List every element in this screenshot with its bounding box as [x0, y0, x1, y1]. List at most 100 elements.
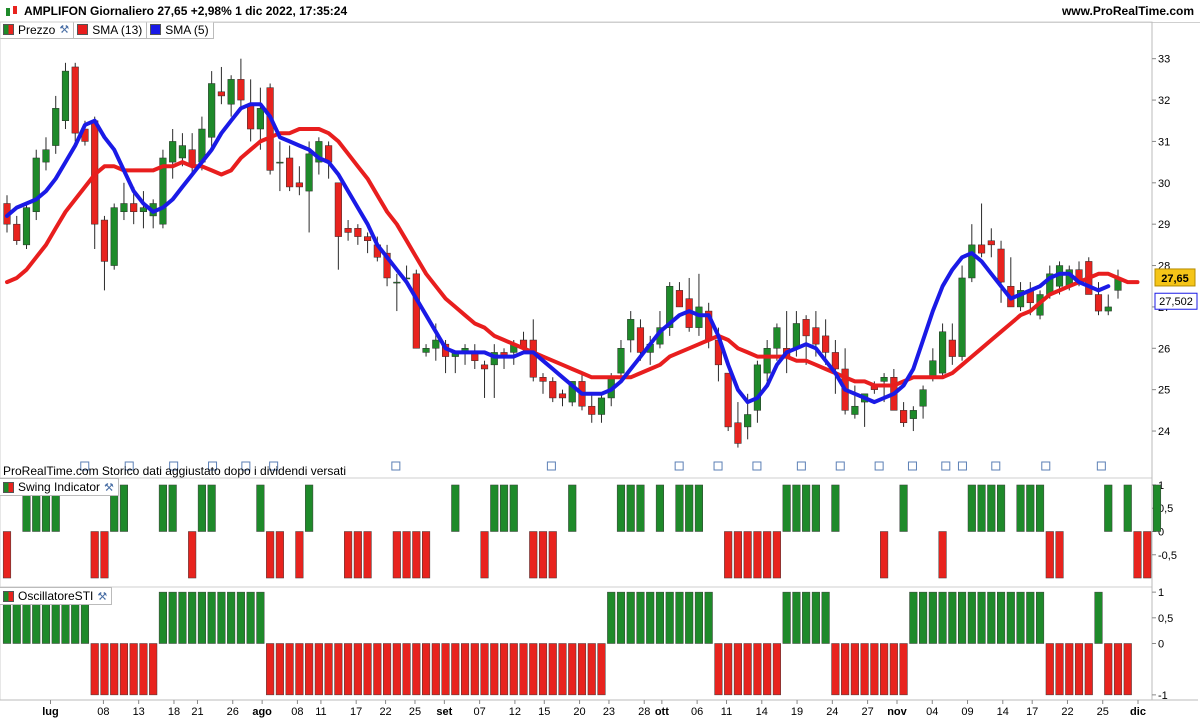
candle-down [675, 290, 684, 308]
sti-bar-up [207, 591, 216, 644]
sti-bar-down [841, 643, 850, 696]
candle-up [42, 149, 50, 163]
swing-bar-up [899, 484, 908, 532]
candle-down [1085, 261, 1093, 295]
candle-down [822, 335, 830, 353]
legend-price[interactable]: Prezzo ⚒ [0, 21, 75, 39]
candle-up [773, 327, 781, 349]
dividend-icon [991, 461, 1001, 471]
candle-down [987, 240, 995, 246]
candle-up [139, 207, 148, 213]
date-tick-label: 20 [573, 706, 585, 718]
candle-up [763, 348, 771, 374]
sti-bar-down [412, 643, 421, 696]
candle-up [490, 352, 498, 366]
price-legend: Prezzo ⚒ SMA (13) SMA (5) [0, 21, 214, 39]
candle-down [237, 79, 245, 101]
candle-down [286, 157, 294, 188]
sti-bar-down [860, 643, 869, 696]
sti-bar-up [1016, 591, 1025, 644]
candle-up [792, 323, 800, 349]
swing-panel-label[interactable]: Swing Indicator ⚒ [0, 478, 119, 496]
swing-bar-up [451, 484, 460, 532]
date-tick-label: 08 [291, 706, 303, 718]
last-price-box [1154, 268, 1196, 287]
candle-down [705, 310, 713, 341]
candle-down [81, 128, 89, 142]
candle-up [208, 83, 216, 138]
candle-down [558, 393, 567, 399]
sti-bar-down [460, 643, 470, 696]
candle-down [354, 228, 362, 237]
swing-bar-up [811, 484, 820, 532]
swing-bar-down [422, 531, 431, 579]
candle-down [217, 91, 225, 97]
wrench-icon[interactable]: ⚒ [97, 590, 107, 603]
candle-down [724, 372, 732, 428]
swing-bar-up [802, 484, 811, 532]
sti-bar-up [655, 591, 665, 644]
sti-bar-down [295, 643, 304, 696]
candle-up [110, 207, 118, 266]
sti-bar-up [256, 591, 265, 644]
candle-up [861, 393, 869, 403]
wrench-icon[interactable]: ⚒ [104, 481, 114, 494]
legend-sma5[interactable]: SMA (5) [147, 21, 214, 39]
dividend-icon [874, 461, 884, 471]
candlestick-icon [6, 6, 17, 16]
candle-down [588, 405, 596, 415]
candle-down [412, 273, 420, 349]
legend-sma13[interactable]: SMA (13) [74, 21, 148, 39]
date-tick-label: lug [42, 706, 59, 718]
swing-bar-down [743, 531, 752, 579]
swing-panel-frame [0, 477, 1153, 588]
candle-down [91, 120, 99, 225]
sti-bar-down [548, 643, 557, 696]
price-tick-label: 32 [1158, 95, 1170, 107]
candle-down [900, 410, 908, 424]
candle-up [432, 339, 440, 349]
swing-tick-label: 0 [1158, 527, 1164, 539]
dividend-icon [674, 461, 684, 471]
price-tick-label: 30 [1158, 178, 1170, 190]
site-link[interactable]: www.ProRealTime.com [1062, 4, 1194, 18]
sti-bar-down [275, 643, 284, 696]
chart-canvas[interactable]: 24252627282930313233lug 08 13 18 21 26 ago 08 11… [0, 0, 1200, 720]
swing-bar-down [753, 531, 762, 579]
candle-up [666, 285, 674, 328]
candle-down [471, 352, 479, 361]
wrench-icon[interactable]: ⚒ [59, 23, 69, 36]
candle-down [130, 203, 138, 213]
swing-bar-down [1143, 531, 1152, 579]
candle-down [441, 343, 450, 357]
sti-bar-down [119, 643, 128, 696]
swing-bar-up [168, 484, 177, 532]
sti-bar-up [236, 591, 245, 644]
sti-bar-up [616, 591, 626, 644]
sti-bar-down [1045, 643, 1054, 696]
swing-bar-down [548, 531, 557, 579]
sti-panel-label[interactable]: OscillatoreSTI ⚒ [0, 587, 113, 605]
swing-swatch [3, 481, 14, 493]
candle-down [100, 219, 109, 262]
candle-up [646, 343, 654, 353]
sti-bar-up [802, 591, 811, 644]
date-tick-label: 14 [756, 706, 768, 718]
candle-up [958, 277, 966, 357]
swing-bar-down [266, 531, 275, 579]
sti-bar-down [577, 643, 587, 696]
date-tick-label: 18 [168, 706, 180, 718]
candle-up [568, 381, 576, 403]
price-tick-label: 25 [1158, 385, 1170, 397]
sti-bar-up [227, 591, 236, 644]
candle-down [247, 103, 255, 130]
candle-down [841, 368, 849, 411]
swing-bar-down [772, 531, 781, 579]
legend-sma13-label: SMA (13) [92, 22, 143, 37]
sti-bar-up [704, 591, 713, 644]
date-tick-label: 17 [1026, 706, 1038, 718]
candle-up [403, 277, 411, 280]
date-tick-label: 26 [227, 706, 239, 718]
candle-up [52, 108, 60, 146]
sti-bar-down [1113, 643, 1123, 696]
